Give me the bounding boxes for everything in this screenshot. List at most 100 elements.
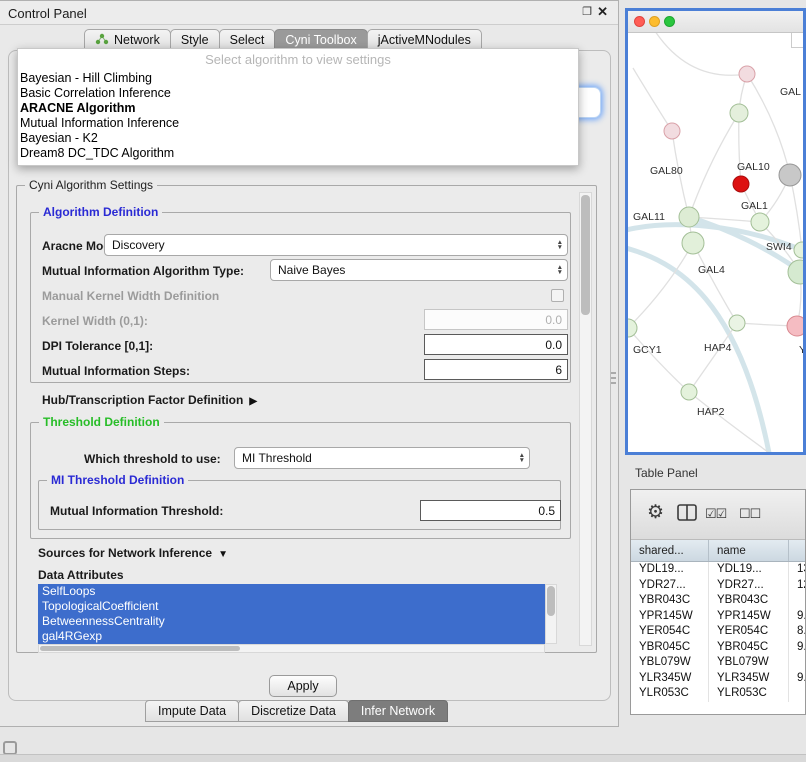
zoom-traffic-light[interactable] xyxy=(664,16,675,27)
sources-collapser[interactable]: Sources for Network Inference ▼ xyxy=(38,546,228,560)
tab-discretize-data[interactable]: Discretize Data xyxy=(238,700,349,722)
group-title: MI Threshold Definition xyxy=(47,473,188,487)
mi-threshold-field[interactable] xyxy=(420,500,561,521)
sources-label: Sources for Network Inference xyxy=(38,546,212,560)
cell: YBL079W xyxy=(709,655,789,671)
manual-kernel-checkbox[interactable] xyxy=(551,289,564,302)
group-title: Cyni Algorithm Settings xyxy=(25,178,157,192)
list-item[interactable]: SelfLoops xyxy=(38,584,545,599)
table-row[interactable]: YER054C YER054C 8. xyxy=(631,624,805,640)
group-title: Algorithm Definition xyxy=(39,205,162,219)
bottom-tab-bar: Impute Data Discretize Data Infer Networ… xyxy=(145,700,447,722)
list-item[interactable]: TopologicalCoefficient xyxy=(38,599,545,614)
status-strip xyxy=(0,754,806,762)
column-header-shared-name[interactable]: shared... xyxy=(631,540,709,561)
hub-definition-label: Hub/Transcription Factor Definition xyxy=(42,393,243,407)
node-gal11[interactable] xyxy=(679,207,699,227)
data-attributes-label: Data Attributes xyxy=(38,568,124,582)
list-item[interactable]: BetweennessCentrality xyxy=(38,614,545,629)
table-row[interactable]: YBR043C YBR043C xyxy=(631,593,805,609)
attributes-vscrollbar-thumb[interactable] xyxy=(547,586,555,616)
dropdown-item[interactable]: Bayesian - K2 xyxy=(18,131,578,146)
columns-icon[interactable] xyxy=(677,504,697,526)
tab-infer-network[interactable]: Infer Network xyxy=(348,700,448,722)
table-body: YDL19... YDL19... 13 YDR27... YDR27... 1… xyxy=(631,562,805,702)
node-gcy1[interactable] xyxy=(628,319,637,337)
node-gal1[interactable] xyxy=(751,213,769,231)
dpi-tolerance-field[interactable] xyxy=(424,334,568,355)
collapsed-panel-icon[interactable] xyxy=(3,741,17,755)
node-hap2[interactable] xyxy=(681,384,697,400)
node-label: GAL80 xyxy=(650,165,683,177)
table-row[interactable]: YDR27... YDR27... 12 xyxy=(631,578,805,594)
list-item[interactable]: gal4RGexp xyxy=(38,629,545,644)
cell: 9. xyxy=(789,640,805,656)
mi-threshold-label: Mutual Information Threshold: xyxy=(50,504,223,518)
tab-label: Style xyxy=(181,33,209,47)
tab-label: Select xyxy=(230,33,265,47)
settings-scrollbar-thumb[interactable] xyxy=(581,195,590,315)
mi-type-select[interactable]: Naive Bayes ▲▼ xyxy=(270,259,568,281)
dropdown-item[interactable]: Basic Correlation Inference xyxy=(18,86,578,101)
panel-splitter-handle[interactable] xyxy=(611,372,616,386)
group-title: Threshold Definition xyxy=(39,415,164,429)
column-header-extra[interactable] xyxy=(789,540,805,561)
cell: YBR045C xyxy=(631,640,709,656)
node[interactable] xyxy=(739,66,755,82)
hub-definition-expander[interactable]: Hub/Transcription Factor Definition▶ xyxy=(42,393,257,407)
node-hap4[interactable] xyxy=(729,315,745,331)
table-row[interactable]: YLR345W YLR345W 9. xyxy=(631,671,805,687)
close-traffic-light[interactable] xyxy=(634,16,645,27)
stepper-icon: ▲▼ xyxy=(551,265,563,276)
cell: YDR27... xyxy=(631,578,709,594)
cell: YBR043C xyxy=(709,593,789,609)
node-gal10[interactable] xyxy=(733,176,749,192)
dropdown-item-selected[interactable]: ARACNE Algorithm xyxy=(18,101,578,116)
checked-boxes-icon[interactable]: ☑☑ xyxy=(705,506,726,522)
table-row[interactable]: YPR145W YPR145W 9. xyxy=(631,609,805,625)
mi-steps-field[interactable] xyxy=(424,359,568,380)
dropdown-item[interactable]: Dream8 DC_TDC Algorithm xyxy=(18,146,578,161)
collapse-down-icon: ▼ xyxy=(218,549,228,560)
network-tab-icon xyxy=(95,33,109,48)
tab-impute-data[interactable]: Impute Data xyxy=(145,700,239,722)
kernel-width-field[interactable] xyxy=(424,309,568,330)
column-header-name[interactable]: name xyxy=(709,540,789,561)
kernel-width-label: Kernel Width (0,1): xyxy=(42,314,148,328)
unchecked-boxes-icon[interactable]: ☐☐ xyxy=(739,506,760,522)
cell: YPR145W xyxy=(631,609,709,625)
dropdown-item[interactable]: Bayesian - Hill Climbing xyxy=(18,71,578,86)
float-window-icon[interactable]: ❐ xyxy=(582,5,592,18)
network-view-window: GAL GAL80 GAL10 GAL11 GAL1 SWI4 GAL4 GCY… xyxy=(625,8,806,455)
cell: 13 xyxy=(789,562,805,578)
network-window-titlebar xyxy=(628,11,803,33)
table-row[interactable]: YBR045C YBR045C 9. xyxy=(631,640,805,656)
minimize-traffic-light[interactable] xyxy=(649,16,660,27)
table-row[interactable]: YLR053C YLR053C xyxy=(631,686,805,702)
cell: YDR27... xyxy=(709,578,789,594)
cell: 8. xyxy=(789,624,805,640)
cell: YLR345W xyxy=(631,671,709,687)
table-row[interactable]: YBL079W YBL079W xyxy=(631,655,805,671)
node-gal4[interactable] xyxy=(682,232,704,254)
selected-value: Naive Bayes xyxy=(278,263,345,277)
cell: 12 xyxy=(789,578,805,594)
aracne-mode-select[interactable]: Discovery ▲▼ xyxy=(104,234,568,256)
node-swi4[interactable] xyxy=(794,242,803,258)
attributes-hscrollbar-thumb[interactable] xyxy=(40,646,240,651)
table-row[interactable]: YDL19... YDL19... 13 xyxy=(631,562,805,578)
gear-icon[interactable]: ⚙ xyxy=(647,501,664,524)
node[interactable] xyxy=(787,316,803,336)
close-window-icon[interactable]: ✕ xyxy=(597,4,608,20)
control-panel-titlebar: Control Panel ❐ ✕ xyxy=(0,1,618,25)
tab-label: Infer Network xyxy=(361,704,435,718)
node[interactable] xyxy=(730,104,748,122)
which-threshold-select[interactable]: MI Threshold ▲▼ xyxy=(234,447,530,469)
node[interactable] xyxy=(779,164,801,186)
node-gal80[interactable] xyxy=(664,123,680,139)
table-panel-window: ⚙ ☑☑ ☐☐ shared... name YDL19... YDL19...… xyxy=(630,489,806,715)
apply-button[interactable]: Apply xyxy=(269,675,337,697)
cell xyxy=(789,593,805,609)
dropdown-item[interactable]: Mutual Information Inference xyxy=(18,116,578,131)
network-canvas[interactable]: GAL GAL80 GAL10 GAL11 GAL1 SWI4 GAL4 GCY… xyxy=(628,33,803,452)
